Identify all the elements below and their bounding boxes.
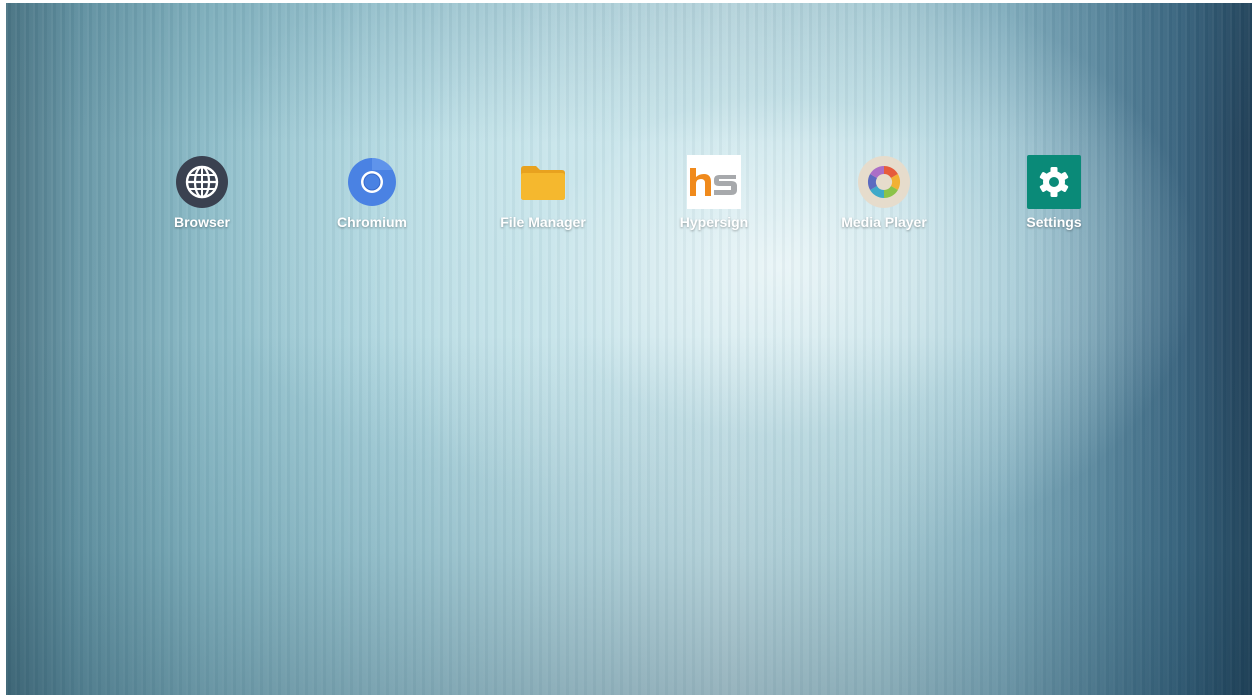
app-browser[interactable]: Browser bbox=[142, 155, 262, 230]
chromium-icon bbox=[345, 155, 399, 209]
app-file-manager[interactable]: File Manager bbox=[483, 155, 603, 230]
app-label: Media Player bbox=[841, 214, 927, 230]
app-label: Chromium bbox=[337, 214, 407, 230]
app-label: Settings bbox=[1026, 214, 1082, 230]
wallpaper-streaks bbox=[6, 3, 1252, 695]
globe-icon bbox=[175, 155, 229, 209]
folder-icon bbox=[516, 155, 570, 209]
app-label: Browser bbox=[173, 214, 231, 230]
desktop-screen: Browser Chromium File Manager Hypersign … bbox=[6, 3, 1252, 695]
app-label: File Manager bbox=[500, 214, 586, 230]
app-settings[interactable]: Settings bbox=[994, 155, 1114, 230]
media-player-icon bbox=[857, 155, 911, 209]
app-media-player[interactable]: Media Player bbox=[824, 155, 944, 230]
app-label: Hypersign bbox=[679, 214, 749, 230]
wallpaper-top-shade bbox=[6, 3, 1252, 143]
wallpaper-bottom-shade bbox=[6, 335, 1252, 695]
app-chromium[interactable]: Chromium bbox=[312, 155, 432, 230]
app-hypersign[interactable]: Hypersign bbox=[654, 155, 774, 230]
hypersign-logo-icon bbox=[687, 155, 741, 209]
gear-icon bbox=[1027, 155, 1081, 209]
